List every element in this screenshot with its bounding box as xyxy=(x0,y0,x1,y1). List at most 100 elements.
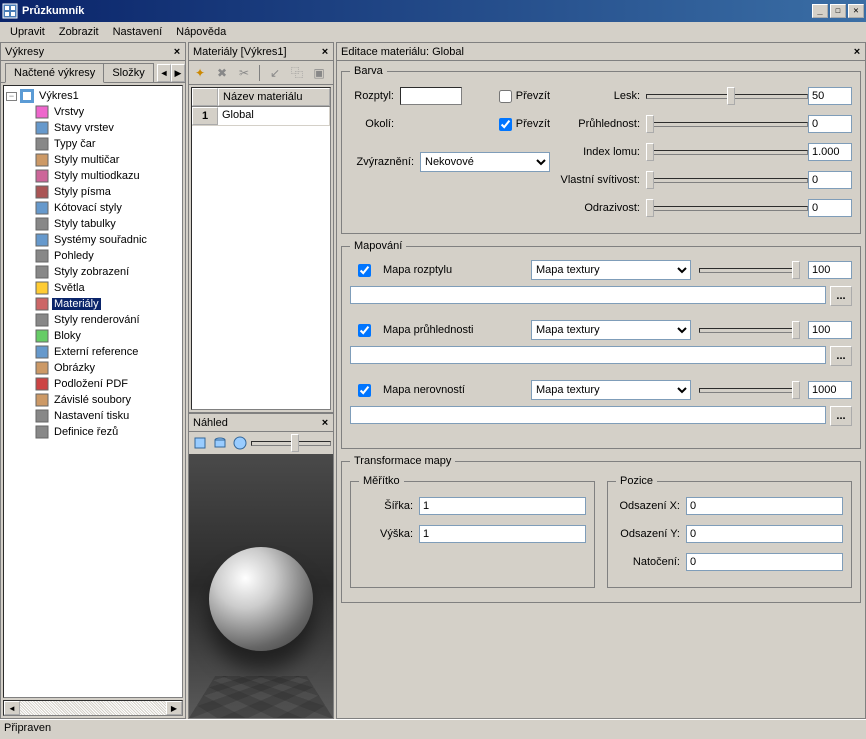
bump-map-path[interactable] xyxy=(350,406,826,424)
tree-item-styly-multiodkazu[interactable]: Styly multiodkazu xyxy=(34,168,180,184)
scale-group: Měřítko Šířka: Výška: xyxy=(350,475,595,588)
grid-row[interactable]: 1 Global xyxy=(192,107,330,126)
highlight-select[interactable]: Nekovové xyxy=(420,152,550,172)
close-button[interactable]: ✕ xyxy=(848,4,864,18)
tree-item-typy-čar[interactable]: Typy čar xyxy=(34,136,180,152)
opacity-map-slider[interactable] xyxy=(699,320,800,340)
new-icon[interactable]: ✦ xyxy=(191,64,209,82)
scroll-left-button[interactable]: ◄ xyxy=(4,701,20,715)
grid-header-num[interactable] xyxy=(192,88,218,106)
preview-close-icon[interactable]: × xyxy=(317,415,333,431)
menu-edit[interactable]: Upravit xyxy=(4,24,51,40)
drawings-panel: Výkresy × Načtené výkresy Složky ◄ ▶ − V… xyxy=(0,42,186,719)
tree-item-icon xyxy=(34,168,50,184)
tree-item-obrázky[interactable]: Obrázky xyxy=(34,360,180,376)
tree-root[interactable]: − Výkres1 xyxy=(6,88,180,104)
apply-icon[interactable]: ↙ xyxy=(266,64,284,82)
diffuse-map-select[interactable]: Mapa textury xyxy=(531,260,691,280)
luminance-input[interactable] xyxy=(808,171,852,189)
scroll-right-button[interactable]: ▶ xyxy=(166,701,182,715)
tree-item-styly-zobrazení[interactable]: Styly zobrazení xyxy=(34,264,180,280)
diffuse-map-slider[interactable] xyxy=(699,260,800,280)
maximize-button[interactable]: ☐ xyxy=(830,4,846,18)
refraction-input[interactable] xyxy=(808,143,852,161)
diffuse-color[interactable] xyxy=(400,87,462,105)
tree-item-vrstvy[interactable]: Vrstvy xyxy=(34,104,180,120)
tree-item-kótovací-styly[interactable]: Kótovací styly xyxy=(34,200,180,216)
delete-icon[interactable]: ✖ xyxy=(213,64,231,82)
tab-folders[interactable]: Složky xyxy=(103,63,153,82)
tree-item-externí-reference[interactable]: Externí reference xyxy=(34,344,180,360)
tree-item-definice-řezů[interactable]: Definice řezů xyxy=(34,424,180,440)
tree-view[interactable]: − Výkres1 VrstvyStavy vrstevTypy čarStyl… xyxy=(3,85,183,698)
diffuse-map-amount[interactable] xyxy=(808,261,852,279)
tree-item-icon xyxy=(34,376,50,392)
collapse-icon[interactable]: − xyxy=(6,92,17,101)
bump-map-amount[interactable] xyxy=(808,381,852,399)
tree-item-závislé-soubory[interactable]: Závislé soubory xyxy=(34,392,180,408)
preview-cube-icon[interactable] xyxy=(191,434,209,452)
minimize-button[interactable]: _ xyxy=(812,4,828,18)
bump-map-checkbox[interactable] xyxy=(358,384,371,397)
bump-map-slider[interactable] xyxy=(699,380,800,400)
transparency-slider[interactable] xyxy=(646,114,808,134)
gloss-slider[interactable] xyxy=(646,86,808,106)
window-title: Průzkumník xyxy=(22,5,812,17)
tree-item-světla[interactable]: Světla xyxy=(34,280,180,296)
transparency-input[interactable] xyxy=(808,115,852,133)
tab-nav-right[interactable]: ▶ xyxy=(171,64,185,82)
opacity-map-path[interactable] xyxy=(350,346,826,364)
diffuse-inherit-checkbox[interactable] xyxy=(499,90,512,103)
ambient-inherit-checkbox[interactable] xyxy=(499,118,512,131)
drawings-close-icon[interactable]: × xyxy=(169,44,185,60)
preview-zoom-slider[interactable] xyxy=(251,433,331,453)
opacity-map-browse[interactable]: ... xyxy=(830,346,852,366)
reflectivity-input[interactable] xyxy=(808,199,852,217)
opacity-map-checkbox[interactable] xyxy=(358,324,371,337)
refraction-slider[interactable] xyxy=(646,142,808,162)
tree-item-styly-písma[interactable]: Styly písma xyxy=(34,184,180,200)
menu-settings[interactable]: Nastavení xyxy=(107,24,169,40)
tree-item-stavy-vrstev[interactable]: Stavy vrstev xyxy=(34,120,180,136)
tree-item-materiály[interactable]: Materiály xyxy=(34,296,180,312)
luminance-slider[interactable] xyxy=(646,170,808,190)
tab-loaded[interactable]: Načtené výkresy xyxy=(5,63,104,83)
materials-grid[interactable]: Název materiálu 1 Global xyxy=(191,87,331,410)
tree-item-styly-multičar[interactable]: Styly multičar xyxy=(34,152,180,168)
bump-map-select[interactable]: Mapa textury xyxy=(531,380,691,400)
grid-header-name[interactable]: Název materiálu xyxy=(218,88,330,106)
tree-item-pohledy[interactable]: Pohledy xyxy=(34,248,180,264)
tree-item-systémy-souřadnic[interactable]: Systémy souřadnic xyxy=(34,232,180,248)
cut-icon[interactable]: ✂ xyxy=(235,64,253,82)
copy-icon[interactable]: ⿻ xyxy=(288,64,306,82)
paste-icon[interactable]: ▣ xyxy=(310,64,328,82)
gloss-input[interactable] xyxy=(808,87,852,105)
opacity-map-amount[interactable] xyxy=(808,321,852,339)
preview-cylinder-icon[interactable] xyxy=(211,434,229,452)
tab-nav-left[interactable]: ◄ xyxy=(157,64,171,82)
tree-item-styly-tabulky[interactable]: Styly tabulky xyxy=(34,216,180,232)
reflectivity-slider[interactable] xyxy=(646,198,808,218)
offsety-input[interactable] xyxy=(686,525,843,543)
bump-map-browse[interactable]: ... xyxy=(830,406,852,426)
tree-item-podložení-pdf[interactable]: Podložení PDF xyxy=(34,376,180,392)
menu-help[interactable]: Nápověda xyxy=(170,24,232,40)
diffuse-map-checkbox[interactable] xyxy=(358,264,371,277)
editor-close-icon[interactable]: × xyxy=(849,44,865,60)
width-input[interactable] xyxy=(419,497,586,515)
diffuse-map-path[interactable] xyxy=(350,286,826,304)
tree-item-nastavení-tisku[interactable]: Nastavení tisku xyxy=(34,408,180,424)
materials-panel-title: Materiály [Výkres1] xyxy=(193,46,317,58)
tree-item-bloky[interactable]: Bloky xyxy=(34,328,180,344)
tree-item-styly-renderování[interactable]: Styly renderování xyxy=(34,312,180,328)
rotation-input[interactable] xyxy=(686,553,843,571)
preview-viewport[interactable] xyxy=(189,454,333,718)
opacity-map-select[interactable]: Mapa textury xyxy=(531,320,691,340)
offsetx-input[interactable] xyxy=(686,497,843,515)
preview-sphere-icon[interactable] xyxy=(231,434,249,452)
diffuse-map-browse[interactable]: ... xyxy=(830,286,852,306)
height-input[interactable] xyxy=(419,525,586,543)
tree-hscrollbar[interactable]: ◄ ▶ xyxy=(3,700,183,716)
menu-view[interactable]: Zobrazit xyxy=(53,24,105,40)
materials-close-icon[interactable]: × xyxy=(317,44,333,60)
